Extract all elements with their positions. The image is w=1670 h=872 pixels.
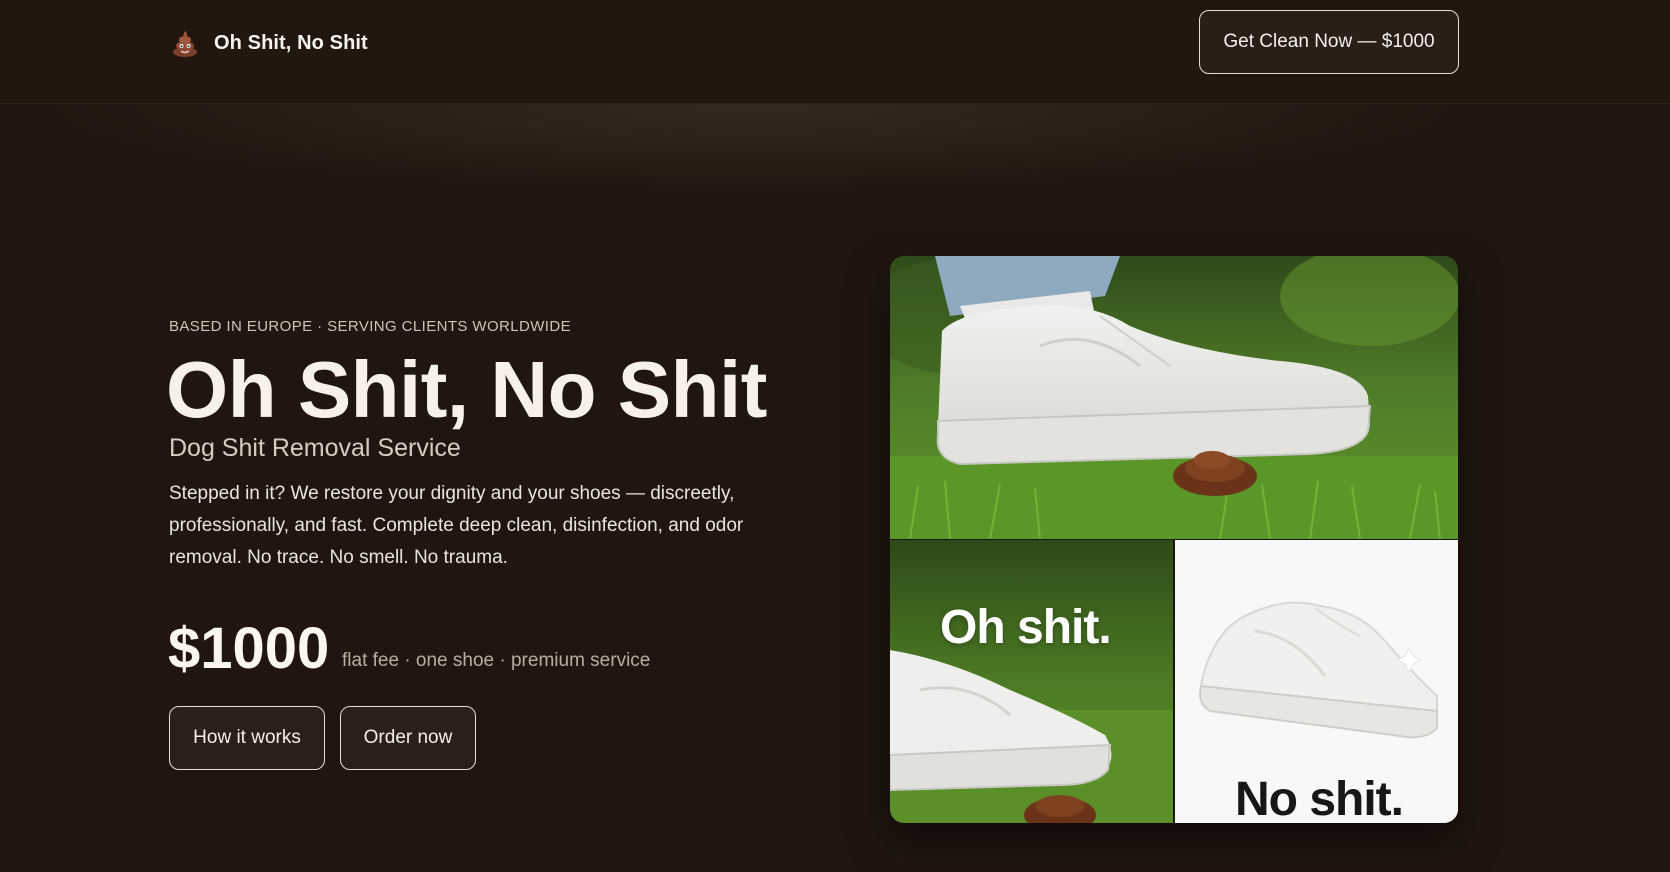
shoe-stepping-illustration [890, 256, 1458, 539]
price: $1000 [168, 616, 330, 681]
hero-subtitle: Dog Shit Removal Service [169, 434, 461, 462]
brand-name: Oh Shit, No Shit [214, 31, 368, 54]
before-overlay-text: Oh shit. [940, 601, 1112, 654]
after-photo: No shit. [1175, 540, 1458, 823]
shoe-stepping-photo [890, 256, 1458, 539]
price-note: flat fee · one shoe · premium service [342, 650, 651, 671]
poop-emoji-icon [173, 31, 197, 57]
hero-title: Oh Shit, No Shit [166, 345, 767, 434]
site-header: Oh Shit, No Shit Get Clean Now — $1000 [0, 0, 1670, 104]
before-shoe-illustration [890, 540, 1173, 823]
hero-eyebrow: BASED IN EUROPE · SERVING CLIENTS WORLDW… [169, 318, 571, 335]
brand[interactable]: Oh Shit, No Shit [170, 28, 368, 58]
order-now-button[interactable]: Order now [340, 706, 476, 770]
after-overlay-text: No shit. [1235, 773, 1404, 823]
hero-glow [0, 104, 1670, 224]
hero-description: Stepped in it? We restore your dignity a… [169, 483, 744, 568]
before-photo: Oh shit. [890, 540, 1173, 823]
get-clean-now-button[interactable]: Get Clean Now — $1000 [1199, 10, 1459, 74]
how-it-works-button[interactable]: How it works [169, 706, 325, 770]
hero-image-collage: Oh shit. No shit. [890, 256, 1458, 823]
